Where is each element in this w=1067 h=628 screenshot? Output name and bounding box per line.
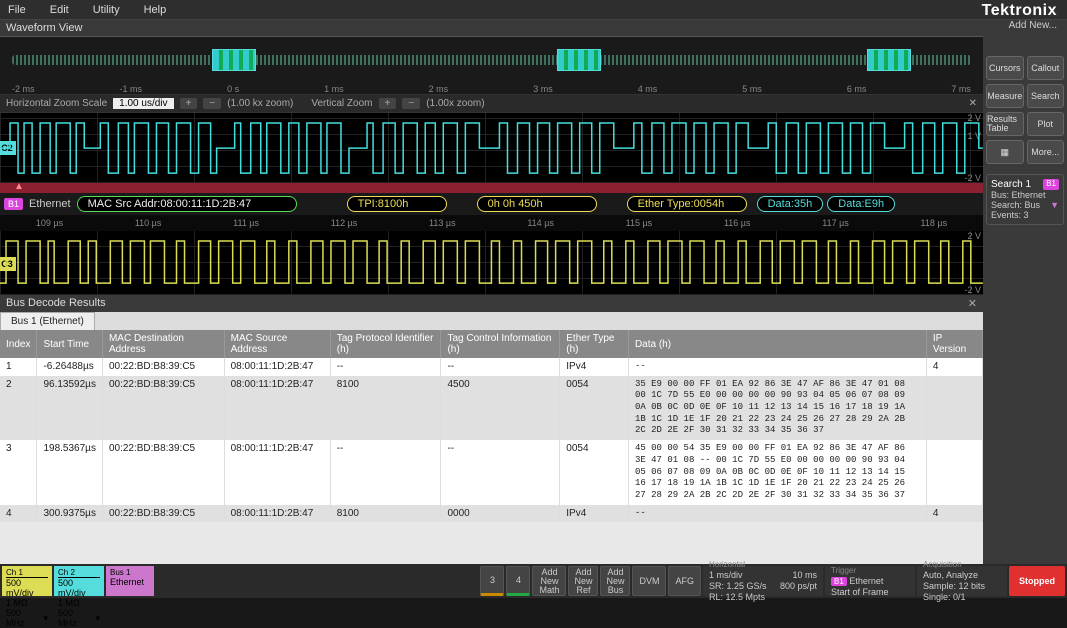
vzoom-minus[interactable]: −	[402, 98, 420, 109]
waveform-title-bar: Waveform View	[0, 20, 983, 37]
vzoom-label: Vertical Zoom	[311, 98, 372, 109]
dec-tci[interactable]: 0h 0h 450h	[477, 196, 597, 212]
decode-close-icon[interactable]: ✕	[968, 297, 977, 310]
search-b1-badge: B1	[1043, 179, 1059, 190]
overview-strip[interactable]: T -2 ms -1 ms 0 s 1 ms 2 ms 3 ms 4 ms 5 …	[0, 37, 983, 95]
bus-b1-badge[interactable]: B1	[4, 198, 23, 210]
overview-burst-3	[867, 49, 911, 71]
col-start-time[interactable]: Start Time	[37, 330, 102, 358]
menu-help[interactable]: Help	[144, 4, 167, 16]
dec-data2[interactable]: Data:E9h	[827, 196, 895, 212]
zoom-timeaxis: 109 µs110 µs 111 µs112 µs 113 µs114 µs 1…	[0, 215, 983, 231]
bus-decode-band[interactable]: B1 Ethernet MAC Src Addr:08:00:11:1D:2B:…	[0, 193, 983, 215]
cursors-button[interactable]: Cursors	[986, 56, 1024, 80]
ch2-badge-footer[interactable]: Ch 2 500 mV/div1 MΩ500 MHz▾	[54, 566, 104, 596]
dec-data1[interactable]: Data:35h	[757, 196, 824, 212]
table-row[interactable]: 1-6.26488µs00:22:BD:B8:39:C508:00:11:1D:…	[0, 358, 983, 376]
ch1-badge-footer[interactable]: Ch 1 500 mV/div1 MΩ500 MHz▾	[2, 566, 52, 596]
overview-timeaxis: -2 ms -1 ms 0 s 1 ms 2 ms 3 ms 4 ms 5 ms…	[12, 84, 971, 94]
hzoom-label: Horizontal Zoom Scale	[6, 98, 107, 109]
overview-burst-1	[212, 49, 256, 71]
brand-sub[interactable]: Add New...	[982, 20, 1057, 31]
hzoom-mag: (1.00 kx zoom)	[227, 98, 293, 109]
bus-decode-panel: Bus Decode Results ✕ Bus 1 (Ethernet) In…	[0, 295, 983, 564]
hzoom-value[interactable]: 1.00 us/div	[113, 98, 173, 109]
col-mac-dst[interactable]: MAC Destination Address	[102, 330, 224, 358]
table-row[interactable]: 3198.5367µs00:22:BD:B8:39:C508:00:11:1D:…	[0, 440, 983, 504]
footer-bar: Ch 1 500 mV/div1 MΩ500 MHz▾ Ch 2 500 mV/…	[0, 564, 1067, 598]
bus1-badge-footer[interactable]: Bus 1 Ethernet	[106, 566, 154, 596]
add-math-button[interactable]: Add New Math	[532, 566, 566, 596]
waveform-ch3[interactable]: C3 2 V -2 V	[0, 231, 983, 295]
decode-tab-bus1[interactable]: Bus 1 (Ethernet)	[0, 312, 95, 330]
measure-button[interactable]: Measure	[986, 84, 1024, 108]
search-button[interactable]: Search	[1027, 84, 1065, 108]
col-ipver[interactable]: IP Version	[926, 330, 982, 358]
ch4-button[interactable]: 4	[506, 566, 530, 596]
col-data[interactable]: Data (h)	[628, 330, 926, 358]
col-mac-src[interactable]: MAC Source Address	[224, 330, 330, 358]
hzoom-plus[interactable]: +	[180, 98, 198, 109]
vzoom-mag: (1.00x zoom)	[426, 98, 484, 109]
overview-burst-2	[557, 49, 601, 71]
bandwidth-icon: ▾	[43, 613, 48, 624]
add-bus-button[interactable]: Add New Bus	[600, 566, 630, 596]
warning-band	[0, 183, 983, 193]
plot-button[interactable]: Plot	[1027, 112, 1065, 136]
waveform-ch2[interactable]: C2 2 V 1 V -2 V	[0, 113, 983, 183]
draw-button[interactable]: ▦	[986, 140, 1024, 164]
dvm-button[interactable]: DVM	[632, 566, 666, 596]
more-button[interactable]: More...	[1027, 140, 1065, 164]
menu-file[interactable]: File	[8, 4, 26, 16]
menubar: File Edit Utility Help	[0, 0, 1067, 20]
menu-utility[interactable]: Utility	[93, 4, 120, 16]
results-table-button[interactable]: Results Table	[986, 112, 1024, 136]
col-ethtype[interactable]: Ether Type (h)	[560, 330, 629, 358]
bandwidth-icon: ▾	[95, 613, 100, 624]
run-state-stopped[interactable]: Stopped	[1009, 566, 1065, 596]
col-tci[interactable]: Tag Control Information (h)	[441, 330, 560, 358]
decode-table[interactable]: Index Start Time MAC Destination Address…	[0, 330, 983, 522]
zoom-bar: Horizontal Zoom Scale 1.00 us/div + − (1…	[0, 95, 983, 113]
dec-tpi[interactable]: TPI:8100h	[347, 196, 447, 212]
dec-ethtype[interactable]: Ether Type:0054h	[627, 196, 747, 212]
brand: Tektronix Add New...	[982, 2, 1057, 31]
dec-mac-src[interactable]: MAC Src Addr:08:00:11:1D:2B:47	[77, 196, 297, 212]
add-ref-button[interactable]: Add New Ref	[568, 566, 598, 596]
zoom-close-icon[interactable]: ✕	[969, 98, 977, 109]
waveform-title: Waveform View	[6, 22, 82, 34]
decode-title: Bus Decode Results	[6, 297, 106, 310]
callout-button[interactable]: Callout	[1027, 56, 1065, 80]
trigger-box[interactable]: Trigger B1 Ethernet Start of Frame	[825, 566, 915, 596]
col-tpi[interactable]: Tag Protocol Identifier (h)	[330, 330, 441, 358]
vzoom-plus[interactable]: +	[379, 98, 397, 109]
search-results-card[interactable]: Search 1B1 Bus: Ethernet Search: Bus▼ Ev…	[986, 174, 1064, 225]
table-row[interactable]: 4300.9375µs00:22:BD:B8:39:C508:00:11:1D:…	[0, 505, 983, 523]
ch3-button[interactable]: 3	[480, 566, 504, 596]
afg-button[interactable]: AFG	[668, 566, 701, 596]
hzoom-minus[interactable]: −	[203, 98, 221, 109]
table-row[interactable]: 296.13592µs00:22:BD:B8:39:C508:00:11:1D:…	[0, 376, 983, 440]
bus-protocol: Ethernet	[29, 198, 71, 210]
right-sidebar: Cursors Callout Measure Search Results T…	[983, 20, 1067, 564]
col-index[interactable]: Index	[0, 330, 37, 358]
search-chevron-icon[interactable]: ▼	[1050, 200, 1059, 210]
horizontal-box[interactable]: Horizontal 1 ms/div10 ms SR: 1.25 GS/s80…	[703, 566, 823, 596]
menu-edit[interactable]: Edit	[50, 4, 69, 16]
brand-logo: Tektronix	[982, 2, 1057, 20]
acquisition-box[interactable]: Acquisition Auto, AnalyzeSample: 12 bits…	[917, 566, 1007, 596]
